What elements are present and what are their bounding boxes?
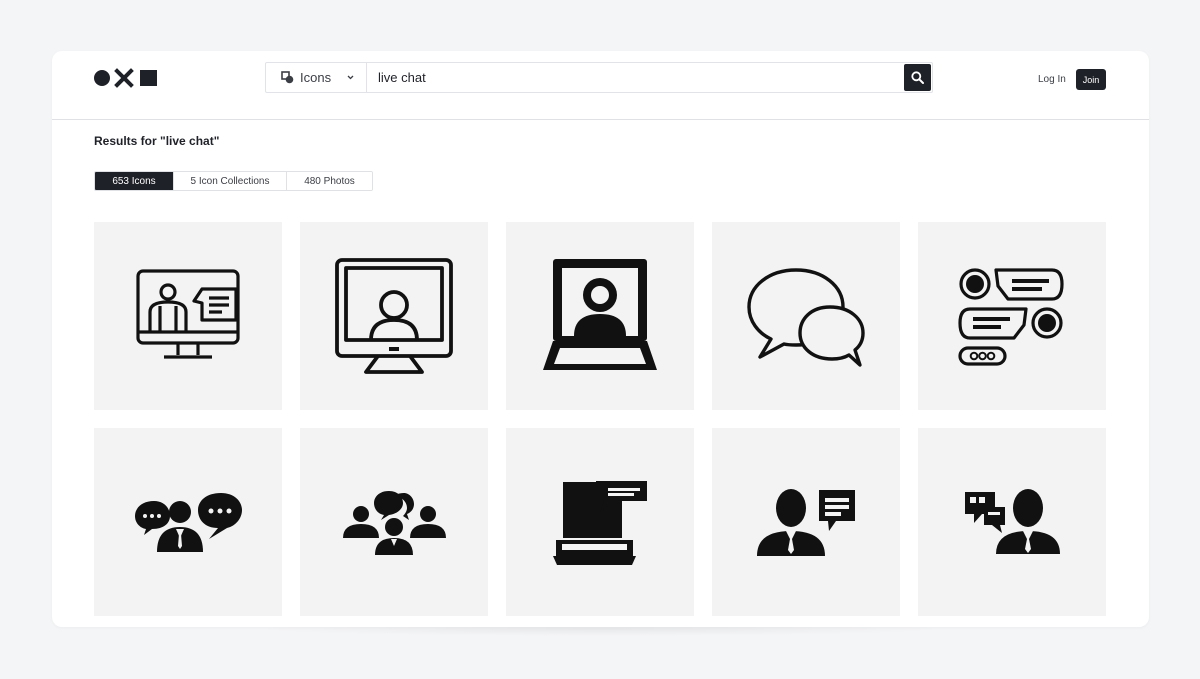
tab-icons[interactable]: 653 Icons	[95, 172, 174, 190]
group-chat-icon	[343, 491, 446, 555]
tab-photos[interactable]: 480 Photos	[287, 172, 372, 190]
logo[interactable]	[93, 68, 159, 88]
icon-tile[interactable]	[712, 428, 900, 616]
laptop-message-icon	[553, 481, 647, 565]
search-bar: Icons	[265, 62, 933, 93]
video-presentation-icon	[136, 269, 240, 359]
header: Icons Log In Join	[52, 51, 1149, 120]
icon-tile[interactable]	[712, 222, 900, 410]
main-card: Icons Log In Join Results for "live chat…	[52, 51, 1149, 627]
search-type-select[interactable]: Icons	[266, 63, 367, 92]
join-button[interactable]: Join	[1076, 69, 1106, 90]
shapes-icon	[281, 71, 294, 84]
user-chat-icon	[965, 489, 1060, 554]
icon-tile[interactable]	[94, 222, 282, 410]
chat-messages-icon	[958, 268, 1064, 366]
laptop-user-icon	[543, 259, 657, 370]
tab-icon-collections[interactable]: 5 Icon Collections	[174, 172, 287, 190]
results-title: Results for "live chat"	[94, 134, 220, 148]
search-icon	[911, 71, 924, 84]
monitor-user-icon	[335, 258, 453, 374]
people-conversation-icon	[135, 493, 242, 552]
icon-tile[interactable]	[300, 222, 488, 410]
icon-tile[interactable]	[918, 222, 1106, 410]
search-type-label: Icons	[300, 70, 332, 85]
icon-tile[interactable]	[918, 428, 1106, 616]
user-message-icon	[757, 489, 855, 556]
icon-tile[interactable]	[300, 428, 488, 616]
icon-tile[interactable]	[506, 428, 694, 616]
speech-bubbles-icon	[747, 268, 865, 367]
icon-tile[interactable]	[94, 428, 282, 616]
icon-tile[interactable]	[506, 222, 694, 410]
search-input[interactable]	[367, 63, 903, 92]
login-link[interactable]: Log In	[1038, 74, 1066, 85]
search-button[interactable]	[904, 64, 931, 91]
chevron-down-icon	[347, 75, 354, 80]
results-tabs: 653 Icons 5 Icon Collections 480 Photos	[94, 171, 373, 191]
